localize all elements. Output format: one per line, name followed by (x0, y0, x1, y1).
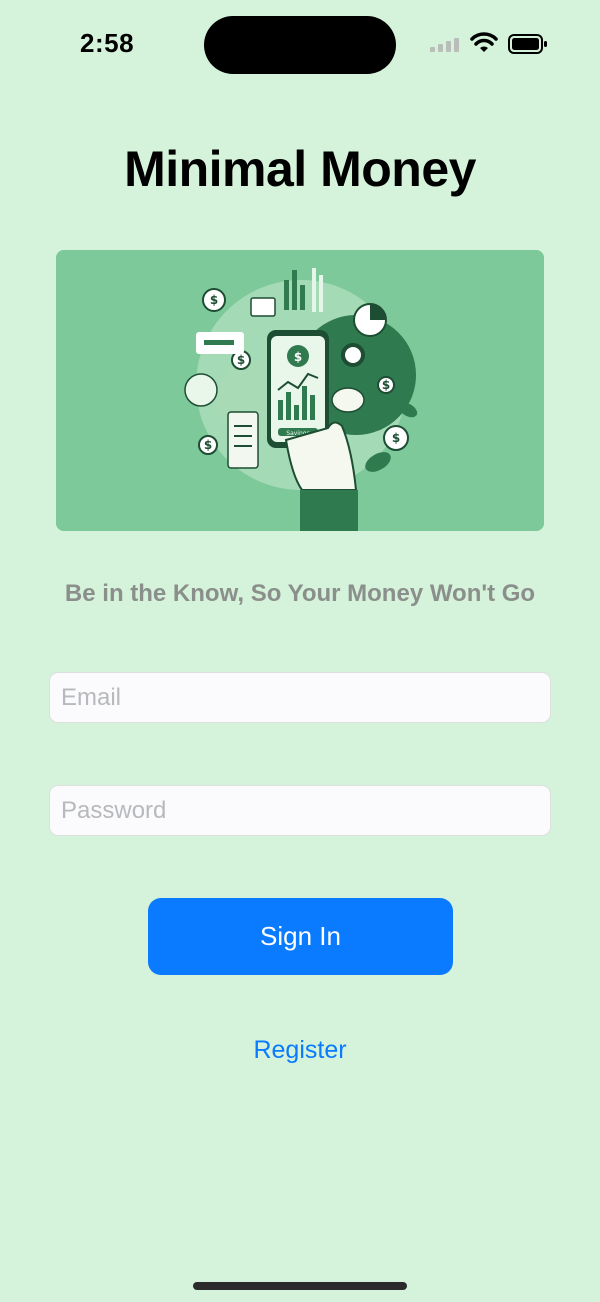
sign-in-button[interactable]: Sign In (148, 898, 453, 975)
wifi-icon (470, 32, 498, 52)
status-time: 2:58 (80, 28, 135, 58)
status-bar: 2:58 (0, 0, 600, 90)
app-screen: 2:58 Minimal Money $ $ $ $ $ $ Savings B… (0, 0, 600, 1302)
password-field[interactable] (49, 785, 551, 836)
svg-text:$: $ (237, 353, 245, 367)
dynamic-island (204, 16, 396, 74)
svg-text:$: $ (382, 378, 390, 392)
app-title: Minimal Money (124, 141, 476, 197)
tagline: Be in the Know, So Your Money Won't Go (64, 580, 536, 607)
svg-text:$: $ (392, 431, 400, 445)
home-indicator[interactable] (193, 1282, 407, 1290)
svg-text:$: $ (294, 350, 302, 364)
cellular-signal-icon (430, 38, 459, 52)
hero-illustration: $ $ $ $ $ $ Savings (56, 250, 544, 531)
svg-text:$: $ (210, 293, 218, 307)
register-link[interactable]: Register (0, 1036, 600, 1065)
battery-icon (508, 34, 547, 54)
email-field[interactable] (49, 672, 551, 723)
svg-text:$: $ (204, 438, 212, 452)
